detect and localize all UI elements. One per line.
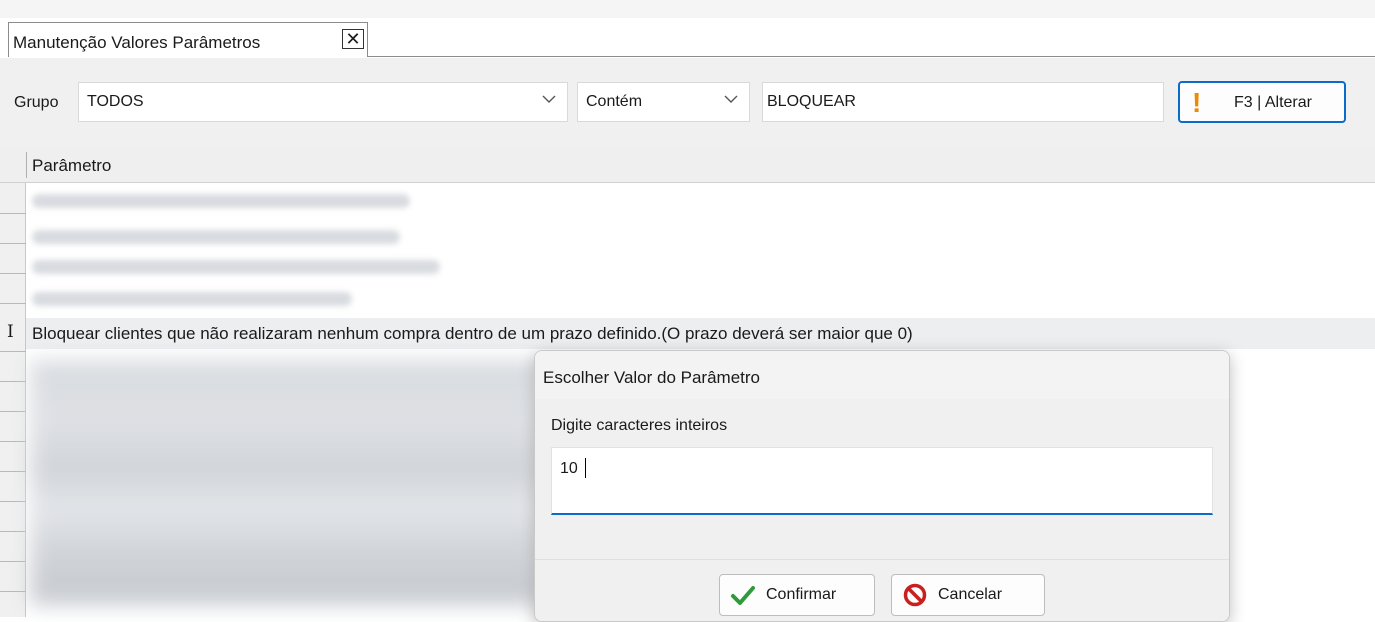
dialog-prompt: Digite caracteres inteiros [551,417,728,434]
dialog-body: Digite caracteres inteiros 10 [535,399,1229,559]
cancel-button[interactable]: Cancelar [891,574,1045,616]
confirm-button[interactable]: Confirmar [719,574,875,616]
grid-header: Parâmetro [0,146,1375,183]
tab-title: Manutenção Valores Parâmetros [13,33,261,52]
search-value: BLOQUEAR [767,93,856,110]
blurred-row[interactable] [32,194,410,208]
checkmark-icon [731,586,755,605]
close-icon[interactable]: ✕ [342,29,364,49]
grupo-label: Grupo [14,94,59,111]
table-row-selected[interactable]: Bloquear clientes que não realizaram nen… [26,318,1375,349]
choose-value-dialog: Escolher Valor do Parâmetro Digite carac… [534,350,1230,622]
row-marker: I [7,322,14,342]
alterar-label: F3 | Alterar [1234,94,1312,111]
blurred-row[interactable] [32,292,352,306]
column-header-parametro[interactable]: Parâmetro [32,156,111,176]
cancel-label: Cancelar [938,586,1003,603]
dialog-title: Escolher Valor do Parâmetro [543,368,761,387]
prohibited-icon [903,583,927,607]
filter-mode-value: Contém [586,93,643,110]
value-input[interactable]: 10 [551,447,1213,515]
filter-mode-select[interactable]: Contém [577,82,750,122]
dialog-titlebar[interactable]: Escolher Valor do Parâmetro [535,351,1229,400]
filter-toolbar: Grupo TODOS Contém BLOQUEAR ! F3 | Alter… [0,58,1375,146]
confirm-label: Confirmar [766,586,837,603]
alterar-button[interactable]: ! F3 | Alterar [1178,81,1346,123]
blurred-row[interactable] [32,260,440,274]
tab-manutencao[interactable]: Manutenção Valores Parâmetros ✕ [8,22,368,57]
chevron-down-icon [724,95,738,103]
grupo-value: TODOS [87,93,144,110]
row-indicator-column [0,183,26,617]
chevron-down-icon [542,95,556,103]
tab-bar: Manutenção Valores Parâmetros ✕ [0,18,1375,58]
row-description: Bloquear clientes que não realizaram nen… [32,324,913,343]
text-caret [585,458,586,478]
top-strip [0,0,1375,18]
grupo-select[interactable]: TODOS [78,82,568,122]
exclamation-icon: ! [1192,87,1202,118]
search-input[interactable]: BLOQUEAR [762,82,1164,122]
dialog-footer: Confirmar Cancelar [535,559,1229,621]
value-text: 10 [560,460,578,477]
blurred-rows-block[interactable] [30,360,540,605]
blurred-row[interactable] [32,230,400,244]
